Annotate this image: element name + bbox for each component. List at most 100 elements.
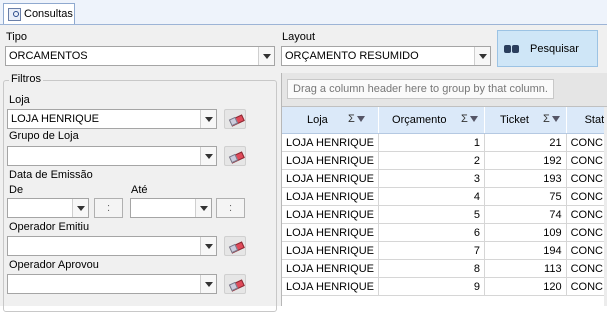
operador-aprovou-select[interactable]	[7, 274, 217, 294]
date-to-picker[interactable]	[130, 198, 212, 218]
cell-loja: LOJA HENRIQUE	[282, 169, 380, 188]
cell-orcamento: 4	[378, 187, 485, 206]
cell-orcamento: 7	[378, 241, 485, 260]
filter-icon[interactable]	[356, 116, 365, 123]
column-header-ticket[interactable]: Ticket Σ	[484, 107, 567, 134]
summary-icon[interactable]: Σ	[461, 113, 478, 125]
chevron-down-icon[interactable]	[200, 237, 216, 255]
chevron-down-icon[interactable]	[200, 110, 216, 128]
group-by-panel[interactable]: Drag a column header here to group by th…	[282, 73, 607, 107]
cell-ticket: 193	[484, 169, 567, 188]
grupo-loja-label: Grupo de Loja	[9, 130, 79, 142]
cell-orcamento: 9	[378, 277, 485, 296]
results-table: Loja Σ Orçamento Σ Ticket Σ Stat LOJA HE…	[282, 107, 607, 296]
table-row[interactable]: LOJA HENRIQUE 7 194 CONC	[282, 241, 607, 260]
search-button[interactable]: Pesquisar	[497, 30, 598, 67]
summary-icon[interactable]: Σ	[543, 113, 560, 125]
ate-label: Até	[131, 184, 148, 196]
data-emissao-label: Data de Emissão	[9, 169, 93, 181]
cell-ticket: 120	[484, 277, 567, 296]
chevron-down-icon[interactable]	[195, 199, 211, 217]
operador-aprovou-label: Operador Aprovou	[9, 259, 99, 271]
cell-loja: LOJA HENRIQUE	[282, 133, 380, 152]
table-row[interactable]: LOJA HENRIQUE 3 193 CONC	[282, 169, 607, 188]
cell-status: CONC	[566, 151, 607, 170]
summary-icon[interactable]: Σ	[348, 113, 365, 125]
chevron-down-icon[interactable]	[258, 47, 274, 65]
cell-status: CONC	[566, 223, 607, 242]
de-label: De	[9, 184, 24, 196]
time-from-input[interactable]: :	[94, 198, 123, 218]
table-row[interactable]: LOJA HENRIQUE 4 75 CONC	[282, 187, 607, 206]
cell-loja: LOJA HENRIQUE	[282, 223, 380, 242]
table-row[interactable]: LOJA HENRIQUE 8 113 CONC	[282, 259, 607, 278]
loja-label: Loja	[9, 94, 30, 106]
clear-aprovou-eraser-icon[interactable]	[224, 274, 246, 294]
layout-value: ORÇAMENTO RESUMIDO	[285, 50, 419, 62]
cell-orcamento: 2	[378, 151, 485, 170]
column-header-loja[interactable]: Loja Σ	[282, 107, 380, 134]
cell-loja: LOJA HENRIQUE	[282, 205, 380, 224]
cell-status: CONC	[566, 277, 607, 296]
cell-ticket: 113	[484, 259, 567, 278]
cell-ticket: 75	[484, 187, 567, 206]
cell-loja: LOJA HENRIQUE	[282, 151, 380, 170]
clear-loja-eraser-icon[interactable]	[224, 109, 246, 129]
layout-select[interactable]: ORÇAMENTO RESUMIDO	[281, 46, 491, 66]
cell-loja: LOJA HENRIQUE	[282, 277, 380, 296]
cell-loja: LOJA HENRIQUE	[282, 187, 380, 206]
cell-ticket: 194	[484, 241, 567, 260]
cell-status: CONC	[566, 133, 607, 152]
column-header-status[interactable]: Stat	[566, 107, 607, 134]
cell-loja: LOJA HENRIQUE	[282, 259, 380, 278]
table-row[interactable]: LOJA HENRIQUE 2 192 CONC	[282, 151, 607, 170]
clear-grupo-eraser-icon[interactable]	[224, 146, 246, 166]
layout-label: Layout	[282, 31, 316, 43]
cell-status: CONC	[566, 259, 607, 278]
table-row[interactable]: LOJA HENRIQUE 6 109 CONC	[282, 223, 607, 242]
tipo-select[interactable]: ORCAMENTOS	[5, 46, 275, 66]
table-row[interactable]: LOJA HENRIQUE 1 21 CONC	[282, 133, 607, 152]
time-to-input[interactable]: :	[216, 198, 245, 218]
grupo-loja-select[interactable]	[7, 146, 217, 166]
filter-icon[interactable]	[469, 116, 478, 123]
chevron-down-icon[interactable]	[72, 199, 88, 217]
cell-ticket: 109	[484, 223, 567, 242]
chevron-down-icon[interactable]	[200, 147, 216, 165]
tab-consultas[interactable]: Consultas	[3, 3, 75, 24]
table-header-row: Loja Σ Orçamento Σ Ticket Σ Stat	[282, 107, 607, 134]
cell-status: CONC	[566, 241, 607, 260]
clear-emitiu-eraser-icon[interactable]	[224, 236, 246, 256]
tipo-label: Tipo	[6, 31, 27, 43]
chevron-down-icon[interactable]	[200, 275, 216, 293]
operador-emitiu-select[interactable]	[7, 236, 217, 256]
search-button-label: Pesquisar	[530, 42, 579, 55]
table-row[interactable]: LOJA HENRIQUE 5 74 CONC	[282, 205, 607, 224]
cell-orcamento: 3	[378, 169, 485, 188]
cell-ticket: 192	[484, 151, 567, 170]
cell-orcamento: 1	[378, 133, 485, 152]
cell-status: CONC	[566, 205, 607, 224]
results-grid: Drag a column header here to group by th…	[281, 73, 607, 306]
filters-title: Filtros	[9, 73, 43, 85]
loja-select[interactable]: LOJA HENRIQUE	[7, 109, 217, 129]
column-header-orcamento[interactable]: Orçamento Σ	[378, 107, 485, 134]
chevron-down-icon[interactable]	[474, 47, 490, 65]
group-by-hint: Drag a column header here to group by th…	[287, 79, 554, 99]
cell-loja: LOJA HENRIQUE	[282, 241, 380, 260]
tipo-value: ORCAMENTOS	[9, 50, 88, 62]
filter-icon[interactable]	[551, 116, 560, 123]
loja-value: LOJA HENRIQUE	[11, 113, 100, 125]
cell-status: CONC	[566, 187, 607, 206]
cell-orcamento: 8	[378, 259, 485, 278]
tab-consultas-label: Consultas	[24, 8, 73, 20]
date-from-picker[interactable]	[7, 198, 89, 218]
tab-strip: Consultas	[0, 0, 607, 25]
search-window-icon	[8, 7, 21, 21]
cell-orcamento: 5	[378, 205, 485, 224]
main-content: Tipo ORCAMENTOS Layout ORÇAMENTO RESUMID…	[0, 25, 607, 312]
cell-status: CONC	[566, 169, 607, 188]
table-row[interactable]: LOJA HENRIQUE 9 120 CONC	[282, 277, 607, 296]
cell-ticket: 21	[484, 133, 567, 152]
cell-orcamento: 6	[378, 223, 485, 242]
